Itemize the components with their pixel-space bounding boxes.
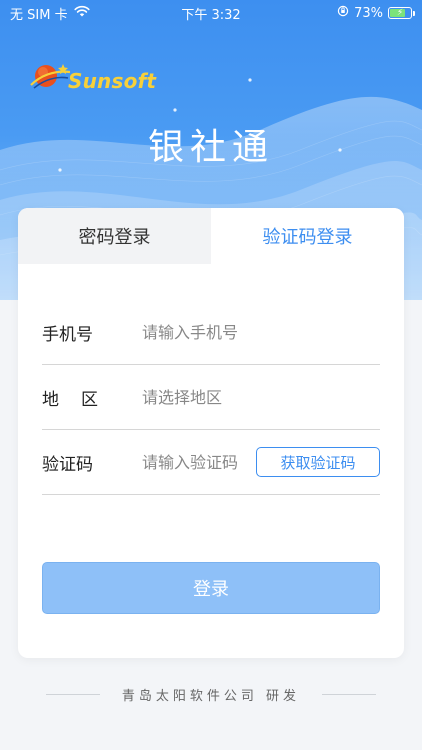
carrier-text: 无 SIM 卡	[10, 7, 68, 23]
footer-divider-left	[45, 693, 100, 695]
orientation-lock-icon	[337, 5, 349, 21]
region-select[interactable]	[142, 387, 380, 407]
status-bar: 无 SIM 卡 下午 3:32 73% ⚡	[0, 0, 422, 26]
footer-divider-right	[322, 693, 377, 695]
phone-row: 手机号	[42, 300, 380, 365]
charging-bolt-icon: ⚡	[396, 7, 404, 18]
code-input[interactable]	[142, 452, 254, 472]
app-title: 银社通	[147, 127, 274, 168]
login-card: 密码登录 验证码登录 手机号 地区 验证码 获取验证码 登录	[18, 208, 404, 658]
login-button[interactable]: 登录	[42, 562, 380, 614]
login-form: 手机号 地区 验证码 获取验证码	[18, 300, 404, 495]
footer: 青岛太阳软件公司 研发	[0, 680, 422, 708]
status-right: 73% ⚡	[337, 5, 415, 21]
logo-text: Sunsoft	[68, 69, 157, 93]
phone-input[interactable]	[142, 322, 380, 342]
footer-text: 青岛太阳软件公司 研发	[121, 688, 301, 704]
code-row: 验证码 获取验证码	[42, 430, 380, 495]
phone-label: 手机号	[42, 324, 93, 345]
code-label: 验证码	[42, 454, 93, 475]
tab-code-login[interactable]: 验证码登录	[211, 208, 404, 264]
region-label: 地区	[42, 389, 120, 410]
login-tabs: 密码登录 验证码登录	[18, 208, 404, 264]
get-code-button[interactable]: 获取验证码	[256, 447, 380, 477]
sunsoft-logo-icon	[30, 64, 71, 89]
status-left: 无 SIM 卡	[10, 4, 90, 23]
tab-password-login[interactable]: 密码登录	[18, 208, 211, 264]
region-row[interactable]: 地区	[42, 365, 380, 430]
wifi-icon	[73, 5, 90, 21]
battery-percent: 73%	[354, 5, 383, 21]
sunsoft-logo: Sunsoft	[28, 58, 156, 98]
battery-icon: ⚡	[388, 7, 415, 19]
